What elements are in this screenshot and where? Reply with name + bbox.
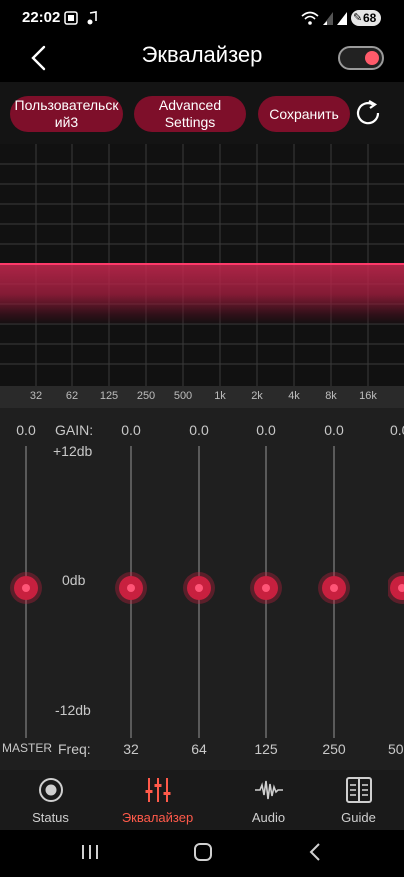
thumb-dot <box>22 584 30 592</box>
book-icon <box>345 777 372 803</box>
eq-curve-graph <box>0 144 404 386</box>
band-slider-thumb[interactable] <box>390 576 404 600</box>
toggle-knob <box>365 51 379 65</box>
battery-leaf-icon: ✎ <box>353 12 363 24</box>
gain-label: GAIN: <box>55 422 94 438</box>
reset-icon[interactable] <box>354 98 384 128</box>
freq-tick: 4k <box>288 390 300 402</box>
system-navigation-bar <box>0 830 404 877</box>
freq-label: Freq: <box>58 741 91 757</box>
equalizer-toggle[interactable] <box>338 46 384 70</box>
advanced-settings-button[interactable]: Advanced Settings <box>134 96 246 132</box>
nav-label: Guide <box>341 810 376 825</box>
band-slider-thumb[interactable] <box>322 576 346 600</box>
waveform-icon <box>254 780 283 800</box>
freq-tick: 500 <box>173 390 193 402</box>
app-header: Эквалайзер <box>0 36 404 82</box>
band-gain-value: 0.0 <box>256 422 276 438</box>
status-bar: 22:02 ✎ 68 <box>0 0 404 36</box>
nav-status[interactable]: Status <box>0 776 101 825</box>
status-icon <box>38 778 63 802</box>
band-freq-label: 50 <box>388 741 404 757</box>
master-label: MASTER <box>2 741 53 755</box>
nav-label: Status <box>32 810 69 825</box>
master-gain-value: 0.0 <box>16 422 36 438</box>
band-slider-thumb[interactable] <box>254 576 278 600</box>
band-freq-label: 64 <box>191 741 207 757</box>
clipped-band-column: 0.0 50 <box>388 408 404 770</box>
eq-curve-fill <box>0 264 404 324</box>
freq-tick: 2k <box>251 390 263 402</box>
band-slider-thumb[interactable] <box>187 576 211 600</box>
gain-min-label: -12db <box>55 702 91 718</box>
freq-tick: 32 <box>29 390 43 402</box>
band-slider-thumb[interactable] <box>119 576 143 600</box>
thumb-dot <box>195 584 203 592</box>
freq-tick: 8k <box>325 390 337 402</box>
gain-mid-label: 0db <box>62 572 86 588</box>
battery-indicator: ✎ 68 <box>351 10 381 26</box>
status-time: 22:02 <box>22 9 61 26</box>
bottom-navigation: Status Эквалайзер Audio Guide <box>0 770 404 830</box>
signal-icon <box>337 12 347 25</box>
nav-label: Эквалайзер <box>121 810 194 825</box>
thumb-dot <box>330 584 338 592</box>
freq-tick: 62 <box>65 390 79 402</box>
home-icon[interactable] <box>193 842 213 862</box>
freq-tick: 1k <box>214 390 226 402</box>
band-freq-label: 32 <box>123 741 139 757</box>
thumb-dot <box>262 584 270 592</box>
nav-audio[interactable]: Audio <box>218 776 319 825</box>
nav-label: Audio <box>251 810 286 825</box>
screenshot-icon <box>64 11 78 25</box>
frequency-axis: 32 62 125 250 500 1k 2k 4k 8k 16k <box>0 386 404 408</box>
band-gain-value: 0.0 <box>121 422 141 438</box>
nav-equalizer[interactable]: Эквалайзер <box>107 776 208 825</box>
back-icon[interactable] <box>308 842 322 862</box>
recent-apps-icon[interactable] <box>80 843 100 861</box>
band-gain-value: 0.0 <box>189 422 209 438</box>
save-button[interactable]: Сохранить <box>258 96 350 132</box>
preset-toolbar: Пользовательск ий3 Advanced Settings Сох… <box>0 82 404 144</box>
equalizer-icon <box>145 778 170 802</box>
band-freq-label: 125 <box>254 741 278 757</box>
thumb-dot <box>398 584 404 592</box>
master-slider-thumb[interactable] <box>14 576 38 600</box>
battery-level: 68 <box>363 11 377 25</box>
nav-guide[interactable]: Guide <box>308 776 404 825</box>
thumb-dot <box>127 584 135 592</box>
band-gain-value: 0.0 <box>390 422 404 438</box>
wifi-icon <box>301 11 319 25</box>
music-note-icon <box>87 11 97 25</box>
freq-tick: 250 <box>136 390 156 402</box>
freq-tick: 125 <box>99 390 119 402</box>
preset-select-button[interactable]: Пользовательск ий3 <box>10 96 123 132</box>
band-freq-label: 250 <box>322 741 346 757</box>
eq-curve-line <box>0 263 404 265</box>
band-gain-value: 0.0 <box>324 422 344 438</box>
freq-tick: 16k <box>359 390 377 402</box>
signal-weak-icon <box>323 12 333 25</box>
band-sliders-panel: 0.0 MASTER GAIN: +12db 0db -12db Freq: 0… <box>0 408 404 770</box>
gain-max-label: +12db <box>53 443 93 459</box>
